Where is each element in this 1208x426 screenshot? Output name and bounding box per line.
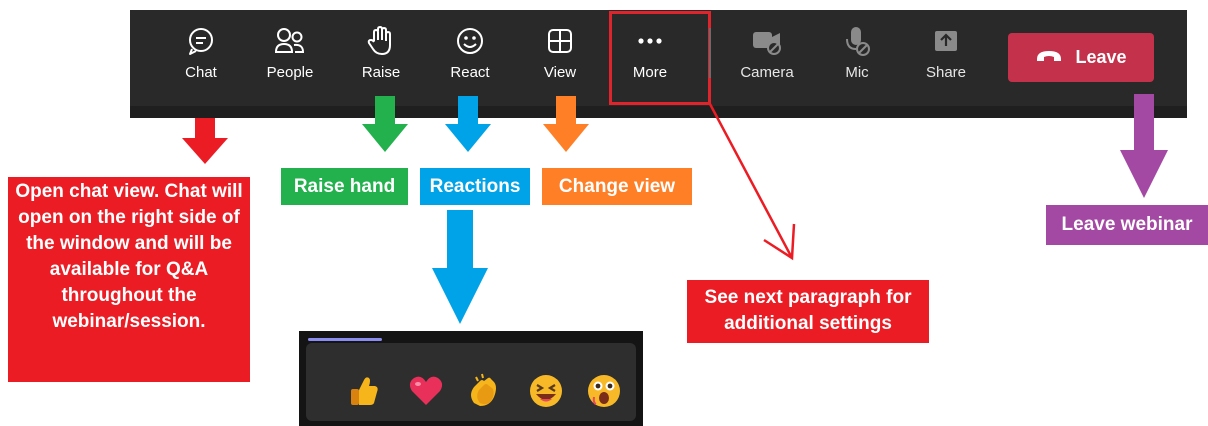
thumbs-up-icon[interactable] xyxy=(344,371,384,411)
people-label: People xyxy=(266,64,314,81)
leave-arrow xyxy=(1120,94,1168,198)
grid-view-icon xyxy=(543,24,577,58)
phone-hangup-icon xyxy=(1035,47,1063,68)
more-annotation: See next paragraph for additional settin… xyxy=(687,280,929,343)
react-label: React xyxy=(450,64,490,81)
leave-label: Leave xyxy=(1075,47,1127,67)
more-pointer-line xyxy=(708,103,796,261)
laughing-face-icon[interactable] xyxy=(526,371,566,411)
surprised-face-icon[interactable] xyxy=(584,371,624,411)
heart-icon[interactable] xyxy=(406,371,446,411)
view-button[interactable]: View xyxy=(522,10,598,102)
mic-label: Mic xyxy=(845,64,869,81)
chat-icon xyxy=(184,24,218,58)
chat-label: Chat xyxy=(185,64,217,81)
smiley-icon xyxy=(453,24,487,58)
raise-annotation: Raise hand xyxy=(281,168,408,205)
raise-arrow xyxy=(362,96,408,152)
leave-annotation: Leave webinar xyxy=(1046,205,1208,245)
people-button[interactable]: People xyxy=(252,10,328,102)
share-button[interactable]: Share xyxy=(908,10,984,102)
raise-hand-icon xyxy=(364,24,398,58)
toolbar-bottom-strip xyxy=(130,106,1187,118)
share-screen-icon xyxy=(929,24,963,58)
mic-button[interactable]: Mic xyxy=(819,10,895,102)
reactions-annotation: Reactions xyxy=(420,168,530,205)
raise-label: Raise xyxy=(361,64,401,81)
camera-label: Camera xyxy=(740,64,794,81)
mic-off-icon xyxy=(840,24,874,58)
view-label: View xyxy=(543,64,577,81)
reactions-panel xyxy=(299,331,643,426)
reactions-tray xyxy=(306,343,636,421)
chat-annotation: Open chat view. Chat will open on the ri… xyxy=(8,177,250,382)
chat-arrow xyxy=(182,118,228,164)
react-button[interactable]: React xyxy=(432,10,508,102)
people-icon xyxy=(273,24,307,58)
camera-button[interactable]: Camera xyxy=(729,10,805,102)
reactions-panel-arrow xyxy=(432,210,488,324)
view-arrow xyxy=(543,96,589,152)
leave-button[interactable]: Leave xyxy=(1008,33,1154,82)
view-annotation: Change view xyxy=(542,168,692,205)
clapping-hands-icon[interactable] xyxy=(464,371,504,411)
reactions-tab-indicator xyxy=(308,338,382,341)
camera-off-icon xyxy=(750,24,784,58)
chat-button[interactable]: Chat xyxy=(163,10,239,102)
toolbar-divider xyxy=(709,28,711,78)
share-label: Share xyxy=(925,64,967,81)
reactions-arrow xyxy=(445,96,491,152)
raise-hand-button[interactable]: Raise xyxy=(343,10,419,102)
more-highlight-box xyxy=(609,11,711,105)
